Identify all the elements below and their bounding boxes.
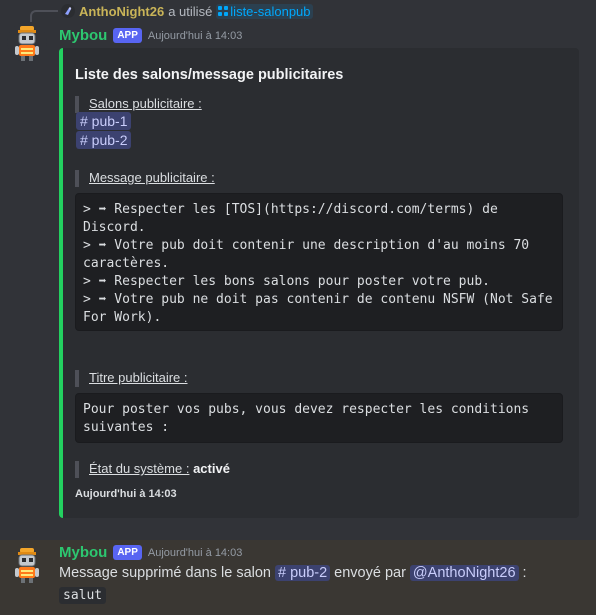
message-content: Message supprimé dans le salon # pub-2 e… — [59, 565, 527, 581]
message-text: envoyé par — [334, 565, 406, 581]
reply-reference[interactable]: AnthoNight26 a utilisé liste-salonpub — [61, 3, 313, 19]
avatar[interactable] — [7, 544, 47, 584]
message-header: Mybou APP Aujourd'hui à 14:03 — [59, 544, 242, 561]
message-label: Message publicitaire : — [75, 170, 215, 187]
title-codeblock: Pour poster vos pubs, vous devez respect… — [75, 393, 563, 443]
status-value: activé — [193, 461, 230, 476]
channel-mention-pub-2[interactable]: # pub-2 — [274, 565, 331, 581]
slash-command-name: liste-salonpub — [230, 3, 311, 19]
slash-command-link[interactable]: liste-salonpub — [216, 3, 313, 19]
message-header: Mybou APP Aujourd'hui à 14:03 — [59, 27, 242, 44]
timestamp[interactable]: Aujourd'hui à 14:03 — [148, 547, 242, 559]
reply-action-text: a utilisé — [168, 3, 213, 19]
channel-mention-pub-1[interactable]: # pub-1 — [76, 112, 132, 130]
title-label: Titre publicitaire : — [75, 370, 188, 387]
command-icon — [218, 6, 229, 16]
timestamp[interactable]: Aujourd'hui à 14:03 — [148, 30, 242, 42]
user-mention[interactable]: @AnthoNight26 — [409, 565, 519, 581]
avatar[interactable] — [7, 22, 47, 62]
embed-title: Liste des salons/message publicitaires — [75, 67, 344, 83]
salons-label: Salons publicitaire : — [75, 96, 202, 113]
app-badge: APP — [113, 545, 142, 560]
message-text: : — [522, 565, 527, 581]
username[interactable]: Mybou — [59, 27, 107, 44]
embed-footer: Aujourd'hui à 14:03 — [75, 488, 177, 500]
reply-avatar-icon[interactable] — [61, 4, 75, 18]
app-badge: APP — [113, 28, 142, 43]
inline-code: salut — [59, 587, 107, 604]
username[interactable]: Mybou — [59, 544, 107, 561]
status-line: État du système : activé — [75, 461, 230, 478]
message-codeblock: > ➡ Respecter les [TOS](https://discord.… — [75, 193, 563, 331]
reply-connector — [30, 10, 58, 22]
message-1: AnthoNight26 a utilisé liste-salonpub My… — [0, 0, 596, 535]
channel-mention-pub-2[interactable]: # pub-2 — [76, 131, 132, 149]
embed: Liste des salons/message publicitaires S… — [59, 48, 579, 518]
message-text: Message supprimé dans le salon — [59, 565, 271, 581]
message-2: Mybou APP Aujourd'hui à 14:03 Message su… — [0, 540, 596, 615]
reply-username[interactable]: AnthoNight26 — [79, 4, 164, 19]
